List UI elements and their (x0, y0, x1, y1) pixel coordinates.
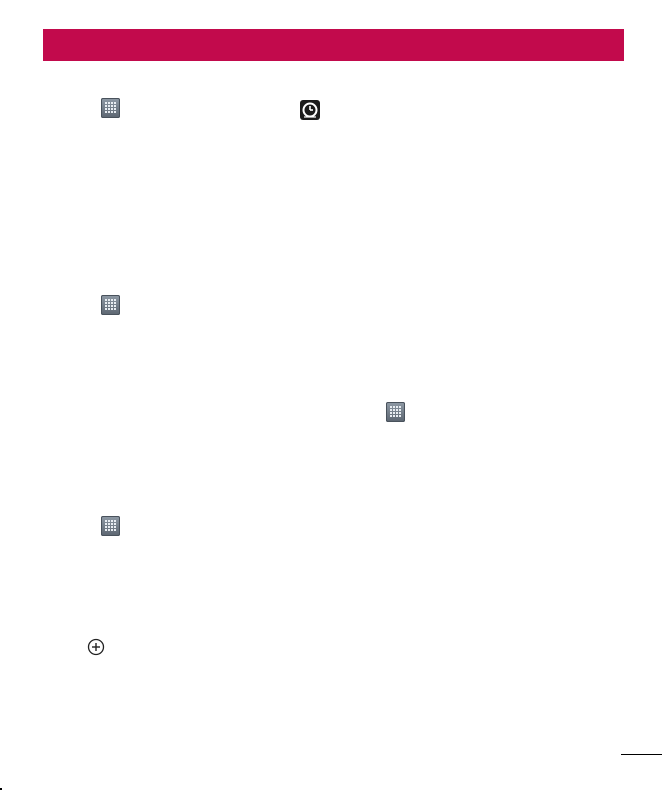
corner-mark (0, 788, 2, 790)
add-icon (87, 638, 105, 656)
clock-icon (300, 100, 320, 120)
apps-icon (101, 516, 120, 536)
apps-icon (101, 98, 120, 118)
apps-icon (101, 295, 120, 315)
section-header-bar (43, 29, 624, 61)
page-footer-rule (621, 754, 662, 755)
apps-icon (386, 402, 405, 422)
